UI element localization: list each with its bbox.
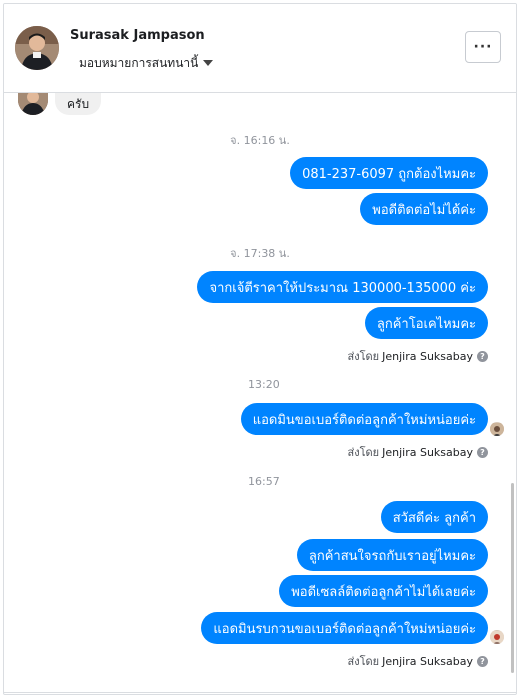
- seen-avatar: [489, 629, 505, 645]
- timestamp: จ. 16:16 น.: [230, 134, 290, 147]
- assign-conversation-label: มอบหมายการสนทนานี้: [79, 56, 199, 70]
- more-options-icon: ···: [473, 39, 493, 55]
- timestamp: 16:57: [248, 475, 280, 488]
- outgoing-message: ลูกค้าโอเคไหมคะ: [364, 307, 488, 339]
- sent-by-prefix: ส่งโดย: [347, 655, 380, 668]
- scrollbar[interactable]: [511, 483, 514, 673]
- outgoing-message: สวัสดีค่ะ ลูกค้า: [380, 501, 488, 533]
- sent-by-label: ส่งโดย Jenjira Suksabay ?: [348, 443, 488, 461]
- message-thread: ครับ จ. 16:16 น. 081-237-6097 ถูกต้องไหม…: [4, 93, 516, 693]
- help-icon[interactable]: ?: [477, 350, 488, 362]
- outgoing-message: แอดมินรบกวนขอเบอร์ติดต่อลูกค้าใหม่หน่อยค…: [201, 612, 488, 644]
- contact-avatar-small: [18, 93, 48, 115]
- timestamp: จ. 17:38 น.: [230, 247, 290, 260]
- divider: [4, 692, 516, 693]
- outgoing-message: แอดมินขอเบอร์ติดต่อลูกค้าใหม่หน่อยค่ะ: [240, 403, 488, 435]
- outgoing-message: จากเจ้ตีราคาให้ประมาณ 130000-135000 ค่ะ: [197, 271, 488, 303]
- timestamp: 13:20: [248, 378, 280, 391]
- help-icon[interactable]: ?: [477, 655, 488, 667]
- chevron-down-icon: [203, 59, 214, 66]
- sent-by-prefix: ส่งโดย: [347, 446, 380, 459]
- contact-name[interactable]: Surasak Jampason: [70, 28, 205, 43]
- sent-by-label: ส่งโดย Jenjira Suksabay ?: [348, 347, 488, 365]
- outgoing-message: พอดีเซลล์ติดต่อลูกค้าไม่ได้เลยค่ะ: [279, 575, 488, 607]
- sent-by-name: Jenjira Suksabay: [382, 349, 473, 363]
- outgoing-message: พอดีติดต่อไม่ได้ค่ะ: [360, 193, 488, 225]
- seen-avatar: [489, 421, 505, 437]
- outgoing-message: ลูกค้าสนใจรถกับเราอยู่ไหมคะ: [296, 539, 488, 571]
- sent-by-label: ส่งโดย Jenjira Suksabay ?: [348, 652, 488, 670]
- contact-avatar[interactable]: [15, 26, 59, 70]
- conversation-header: Surasak Jampason มอบหมายการสนทนานี้ ···: [4, 4, 516, 93]
- conversation-panel: Surasak Jampason มอบหมายการสนทนานี้ ··· …: [3, 3, 517, 695]
- more-options-button[interactable]: ···: [465, 31, 501, 63]
- help-icon[interactable]: ?: [477, 446, 488, 458]
- incoming-message: ครับ: [55, 93, 102, 115]
- sent-by-name: Jenjira Suksabay: [382, 654, 473, 668]
- assign-conversation-dropdown[interactable]: มอบหมายการสนทนานี้: [79, 54, 214, 73]
- sent-by-prefix: ส่งโดย: [347, 350, 380, 363]
- outgoing-message: 081-237-6097 ถูกต้องไหมคะ: [290, 157, 488, 189]
- sent-by-name: Jenjira Suksabay: [382, 445, 473, 459]
